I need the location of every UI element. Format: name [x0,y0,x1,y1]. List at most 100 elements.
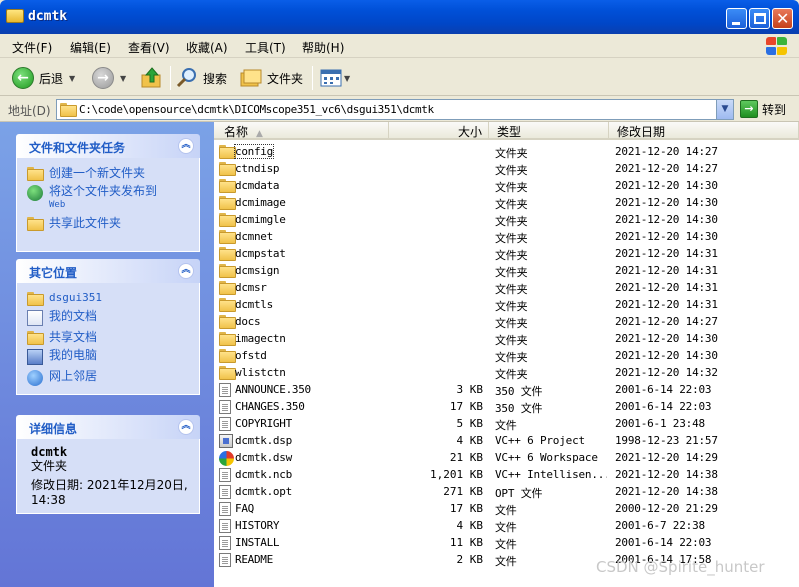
details-title: 详细信息 [29,422,78,436]
menu-tools[interactable]: 工具(T) [245,39,286,56]
search-icon [176,68,196,88]
file-name: dcmsign [235,264,280,277]
place-dsgui351[interactable]: dsgui351 [27,291,189,306]
task-publish-web[interactable]: 将这个文件夹发布到 Web [27,184,189,212]
other-places-header[interactable]: 其它位置 ︽ [16,259,200,283]
back-button[interactable]: ← 后退 ▼ [12,65,75,91]
address-path: C:\code\opensource\dcmtk\DICOMscope351_v… [79,103,434,116]
table-row[interactable]: ofstd 文件夹 2021-12-20 14:30 [214,347,799,364]
file-date: 2021-12-20 14:31 [615,264,718,277]
file-size: 1,201 KB [430,468,483,481]
table-row[interactable]: dcmsr 文件夹 2021-12-20 14:31 [214,279,799,296]
folder-icon [219,281,236,295]
minimize-button[interactable] [726,8,747,29]
menu-edit[interactable]: 编辑(E) [70,39,111,56]
table-row[interactable]: HISTORY 4 KB 文件 2001-6-7 22:38 [214,517,799,534]
details-header[interactable]: 详细信息 ︽ [16,415,200,439]
file-date: 2021-12-20 14:31 [615,298,718,311]
menu-help[interactable]: 帮助(H) [302,39,344,56]
views-dropdown-icon[interactable]: ▼ [344,74,350,83]
file-type: 文件夹 [495,164,528,177]
table-row[interactable]: dcmtk.opt 271 KB OPT 文件 2021-12-20 14:38 [214,483,799,500]
table-row[interactable]: dcmnet 文件夹 2021-12-20 14:30 [214,228,799,245]
file-tasks-title: 文件和文件夹任务 [29,141,126,155]
workspace-file-icon [219,451,234,466]
file-type: VC++ 6 Workspace [495,451,598,464]
table-row[interactable]: ctndisp 文件夹 2021-12-20 14:27 [214,160,799,177]
task-new-folder[interactable]: 创建一个新文件夹 [27,166,189,181]
table-row[interactable]: INSTALL 11 KB 文件 2001-6-14 22:03 [214,534,799,551]
close-button[interactable]: ✕ [772,8,793,29]
table-row[interactable]: wlistctn 文件夹 2021-12-20 14:32 [214,364,799,381]
file-type: 文件夹 [495,266,528,279]
table-row[interactable]: dcmtk.ncb 1,201 KB VC++ Intellisen... 2021-… [214,466,799,483]
file-type: 350 文件 [495,402,543,415]
table-row[interactable]: dcmdata 文件夹 2021-12-20 14:30 [214,177,799,194]
place-network[interactable]: 网上邻居 [27,369,189,386]
my-computer-icon [27,349,43,365]
file-date: 2021-12-20 14:30 [615,332,718,345]
folder-icon [219,349,236,363]
folder-icon [219,196,236,210]
file-date: 2001-6-14 22:03 [615,383,712,396]
menu-bar: 文件(F) 编辑(E) 查看(V) 收藏(A) 工具(T) 帮助(H) [0,34,799,58]
go-button[interactable]: → 转到 [740,100,786,118]
my-documents-icon [27,310,43,326]
table-row[interactable]: ANNOUNCE.350 3 KB 350 文件 2001-6-14 22:03 [214,381,799,398]
place-my-documents[interactable]: 我的文档 [27,309,189,326]
file-icon [219,417,231,431]
back-dropdown-icon[interactable]: ▼ [69,74,75,83]
file-type: 文件夹 [495,334,528,347]
menu-favorites[interactable]: 收藏(A) [186,39,228,56]
task-share-folder[interactable]: 共享此文件夹 [27,216,189,231]
maximize-button[interactable] [749,8,770,29]
file-name: CHANGES.350 [235,400,305,413]
file-date: 2001-6-14 22:03 [615,536,712,549]
views-button[interactable]: ▼ [320,65,350,91]
address-dropdown-icon[interactable]: ▼ [716,100,733,119]
menu-file[interactable]: 文件(F) [12,39,52,56]
maximize-icon [754,13,766,24]
table-row[interactable]: FAQ 17 KB 文件 2000-12-20 21:29 [214,500,799,517]
table-row[interactable]: dcmtk.dsw 21 KB VC++ 6 Workspace 2021-12-20… [214,449,799,466]
network-places-icon [27,370,43,386]
table-row[interactable]: dcmimage 文件夹 2021-12-20 14:30 [214,194,799,211]
folders-button[interactable]: 文件夹 [240,65,303,91]
up-folder-button[interactable] [140,65,164,91]
table-row[interactable]: dcmimgle 文件夹 2021-12-20 14:30 [214,211,799,228]
column-header-type[interactable]: 类型 [489,122,609,140]
file-name: dcmdata [235,179,280,192]
address-input[interactable]: C:\code\opensource\dcmtk\DICOMscope351_v… [56,99,734,120]
table-row[interactable]: CHANGES.350 17 KB 350 文件 2001-6-14 22:03 [214,398,799,415]
column-header-size[interactable]: 大小 [389,122,489,140]
folder-icon [219,264,236,278]
table-row[interactable]: dcmtk.dsp 4 KB VC++ 6 Project 1998-12-23 21… [214,432,799,449]
file-icon [219,519,231,533]
file-list[interactable]: 名称 ▲ 大小 类型 修改日期 config 文件夹 2021-12-20 14:27… [214,122,799,587]
column-header-name[interactable]: 名称 ▲ [214,122,389,140]
forward-button[interactable]: → ▼ [92,65,126,91]
table-row[interactable]: imagectn 文件夹 2021-12-20 14:30 [214,330,799,347]
forward-dropdown-icon[interactable]: ▼ [120,74,126,83]
windows-logo-icon [764,36,788,56]
project-file-icon [219,434,233,448]
collapse-chevron-icon[interactable]: ︽ [178,263,194,279]
back-label: 后退 [39,71,64,86]
title-bar[interactable]: dcmtk ✕ [0,0,799,34]
details-kind: 文件夹 [31,459,68,473]
collapse-chevron-icon[interactable]: ︽ [178,138,194,154]
table-row[interactable]: docs 文件夹 2021-12-20 14:27 [214,313,799,330]
collapse-chevron-icon[interactable]: ︽ [178,419,194,435]
table-row[interactable]: config 文件夹 2021-12-20 14:27 [214,143,799,160]
menu-view[interactable]: 查看(V) [128,39,170,56]
column-header-date[interactable]: 修改日期 [609,122,799,140]
place-shared-documents[interactable]: 共享文档 [27,330,189,345]
table-row[interactable]: dcmtls 文件夹 2021-12-20 14:31 [214,296,799,313]
table-row[interactable]: dcmpstat 文件夹 2021-12-20 14:31 [214,245,799,262]
table-row[interactable]: COPYRIGHT 5 KB 文件 2001-6-1 23:48 [214,415,799,432]
file-icon [219,502,231,516]
table-row[interactable]: dcmsign 文件夹 2021-12-20 14:31 [214,262,799,279]
place-my-computer[interactable]: 我的电脑 [27,348,189,365]
search-button[interactable]: 搜索 [176,65,227,91]
file-tasks-header[interactable]: 文件和文件夹任务 ︽ [16,134,200,158]
